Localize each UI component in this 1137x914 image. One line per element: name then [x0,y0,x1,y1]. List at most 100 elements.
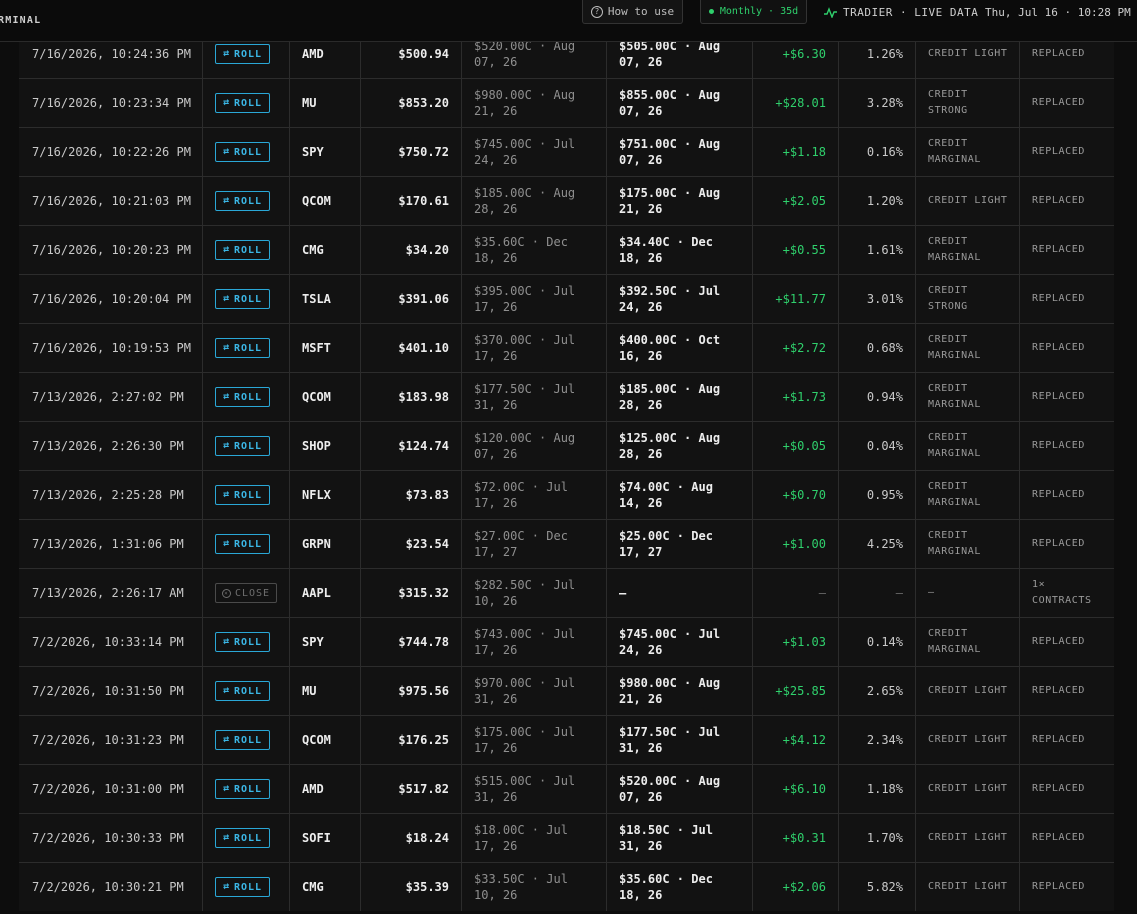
row-credit-percent: 0.14% [866,635,903,649]
table-row[interactable]: 7/2/2026, 10:30:33 PM ⇄ ROLL SOFI $18.24… [19,813,1114,862]
swap-arrows-icon: ⇄ [222,48,230,59]
row-status: REPLACED [1032,195,1085,206]
roll-badge[interactable]: ⇄ ROLL [215,828,270,848]
table-row[interactable]: 7/2/2026, 10:31:00 PM ⇄ ROLL AMD $517.82… [19,764,1114,813]
row-new-contract: $855.00C · Aug 07, 26 [619,88,721,118]
row-status: REPLACED [1032,538,1085,549]
row-action: ⇄ ROLL [215,765,295,813]
row-credit-amount: +$11.77 [775,292,826,306]
row-action: ⇄ ROLL [215,373,295,421]
row-price: $744.78 [398,635,449,649]
swap-arrows-icon: ⇄ [222,783,230,794]
row-credit-percent: 1.20% [866,194,903,208]
row-price: $34.20 [405,243,449,257]
row-old-contract: $282.50C · Jul 10, 26 [474,578,576,608]
table-row[interactable]: 7/16/2026, 10:20:23 PM ⇄ ROLL CMG $34.20… [19,225,1114,274]
table-row[interactable]: 7/13/2026, 1:31:06 PM ⇄ ROLL GRPN $23.54… [19,519,1114,568]
table-row[interactable]: 7/2/2026, 10:33:14 PM ⇄ ROLL SPY $744.78… [19,617,1114,666]
row-status: REPLACED [1032,881,1085,892]
row-new-contract: $125.00C · Aug 28, 26 [619,431,721,461]
roll-badge[interactable]: ⇄ ROLL [215,44,270,64]
table-row[interactable]: 7/16/2026, 10:20:04 PM ⇄ ROLL TSLA $391.… [19,274,1114,323]
roll-badge[interactable]: ⇄ ROLL [215,779,270,799]
row-new-contract: $751.00C · Aug 07, 26 [619,137,721,167]
row-credit-quality: CREDIT STRONG [928,285,968,312]
row-old-contract: $395.00C · Jul 17, 26 [474,284,576,314]
row-credit-quality: CREDIT LIGHT [928,734,1008,745]
table-row[interactable]: 7/2/2026, 10:31:23 PM ⇄ ROLL QCOM $176.2… [19,715,1114,764]
table-row[interactable]: 7/16/2026, 10:23:34 PM ⇄ ROLL MU $853.20… [19,78,1114,127]
roll-badge[interactable]: ⇄ ROLL [215,387,270,407]
row-action: ⇄ ROLL [215,177,295,225]
roll-badge[interactable]: ⇄ ROLL [215,485,270,505]
cadence-selector[interactable]: Monthly · 35d [700,0,807,24]
row-credit-percent: 1.18% [866,782,903,796]
row-credit-percent: 3.01% [866,292,903,306]
table-row[interactable]: 7/16/2026, 10:19:53 PM ⇄ ROLL MSFT $401.… [19,323,1114,372]
table-row[interactable]: 7/2/2026, 10:31:50 PM ⇄ ROLL MU $975.56 … [19,666,1114,715]
row-timestamp: 7/16/2026, 10:22:26 PM [32,145,191,159]
roll-badge[interactable]: ⇄ ROLL [215,632,270,652]
roll-badge[interactable]: ⇄ ROLL [215,289,270,309]
row-timestamp: 7/2/2026, 10:31:00 PM [32,782,184,796]
roll-badge[interactable]: ⇄ ROLL [215,93,270,113]
table-row[interactable]: 7/2/2026, 10:30:21 PM ⇄ ROLL CMG $35.39 … [19,862,1114,911]
row-timestamp: 7/16/2026, 10:20:23 PM [32,243,191,257]
clock: Thu, Jul 16 · 10:28 PM [985,6,1131,19]
close-badge[interactable]: × CLOSE [215,583,277,603]
table-row[interactable]: 7/13/2026, 2:26:17 AM × CLOSE AAPL $315.… [19,568,1114,617]
row-symbol: MU [302,96,317,110]
table-row[interactable]: 7/13/2026, 2:25:28 PM ⇄ ROLL NFLX $73.83… [19,470,1114,519]
row-status: REPLACED [1032,97,1085,108]
row-credit-amount: +$0.05 [782,439,826,453]
row-status: 1× CONTRACTS [1032,579,1092,606]
row-symbol: QCOM [302,390,331,404]
roll-badge[interactable]: ⇄ ROLL [215,877,270,897]
row-credit-percent: 1.70% [866,831,903,845]
roll-badge[interactable]: ⇄ ROLL [215,240,270,260]
row-credit-percent: 3.28% [866,96,903,110]
row-action: ⇄ ROLL [215,667,295,715]
row-price: $183.98 [398,390,449,404]
row-status: REPLACED [1032,244,1085,255]
row-action: ⇄ ROLL [215,814,295,862]
row-credit-quality: CREDIT MARGINAL [928,236,981,263]
row-new-contract: $392.50C · Jul 24, 26 [619,284,721,314]
swap-arrows-icon: ⇄ [222,636,230,647]
row-credit-percent: 0.04% [866,439,903,453]
row-price: $176.25 [398,733,449,747]
row-credit-amount: +$1.73 [782,390,826,404]
row-price: $391.06 [398,292,449,306]
row-timestamp: 7/2/2026, 10:33:14 PM [32,635,184,649]
roll-badge[interactable]: ⇄ ROLL [215,436,270,456]
row-status: REPLACED [1032,391,1085,402]
row-symbol: QCOM [302,194,331,208]
roll-badge[interactable]: ⇄ ROLL [215,730,270,750]
row-credit-amount: +$1.03 [782,635,826,649]
row-action: ⇄ ROLL [215,471,295,519]
table-row[interactable]: 7/13/2026, 2:27:02 PM ⇄ ROLL QCOM $183.9… [19,372,1114,421]
roll-badge[interactable]: ⇄ ROLL [215,142,270,162]
row-credit-percent: 4.25% [866,537,903,551]
row-credit-amount: +$0.70 [782,488,826,502]
roll-badge[interactable]: ⇄ ROLL [215,191,270,211]
row-price: $517.82 [398,782,449,796]
how-to-use-button[interactable]: ? How to use [582,0,683,24]
roll-badge[interactable]: ⇄ ROLL [215,338,270,358]
row-status: REPLACED [1032,293,1085,304]
row-price: $23.54 [405,537,449,551]
data-feed-indicator: TRADIER · LIVE DATA [824,6,978,19]
row-price: $73.83 [405,488,449,502]
row-credit-percent: 2.65% [866,684,903,698]
table-row[interactable]: 7/16/2026, 10:22:26 PM ⇄ ROLL SPY $750.7… [19,127,1114,176]
row-timestamp: 7/16/2026, 10:21:03 PM [32,194,191,208]
table-row[interactable]: 7/13/2026, 2:26:30 PM ⇄ ROLL SHOP $124.7… [19,421,1114,470]
roll-badge[interactable]: ⇄ ROLL [215,534,270,554]
row-credit-quality: CREDIT MARGINAL [928,138,981,165]
row-new-contract: $400.00C · Oct 16, 26 [619,333,721,363]
roll-badge[interactable]: ⇄ ROLL [215,681,270,701]
row-credit-amount: +$28.01 [775,96,826,110]
table-row[interactable]: 7/16/2026, 10:21:03 PM ⇄ ROLL QCOM $170.… [19,176,1114,225]
swap-arrows-icon: ⇄ [222,342,230,353]
swap-arrows-icon: ⇄ [222,440,230,451]
